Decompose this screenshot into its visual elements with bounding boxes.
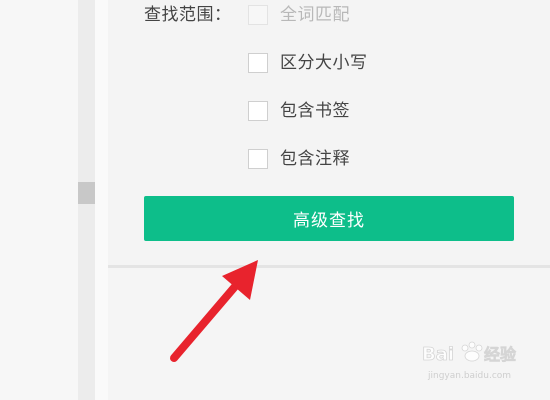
- match-case-checkbox[interactable]: [248, 53, 268, 73]
- whole-word-checkbox[interactable]: [248, 5, 268, 25]
- svg-text:Bai: Bai: [422, 344, 454, 365]
- search-scope-label: 查找范围：: [144, 5, 232, 25]
- include-bookmarks-checkbox[interactable]: [248, 101, 268, 121]
- include-comments-checkbox[interactable]: [248, 149, 268, 169]
- svg-text:经验: 经验: [484, 345, 517, 364]
- whole-word-label: 全词匹配: [280, 5, 350, 25]
- option-include-bookmarks[interactable]: 包含书签: [248, 100, 350, 122]
- advanced-search-button[interactable]: 高级查找: [144, 196, 514, 241]
- pane-gap: [95, 0, 108, 400]
- include-bookmarks-label: 包含书签: [280, 101, 350, 121]
- option-include-comments[interactable]: 包含注释: [248, 148, 350, 170]
- match-case-label: 区分大小写: [280, 53, 368, 73]
- option-whole-word[interactable]: 全词匹配: [248, 4, 350, 26]
- left-pane: [0, 0, 78, 400]
- include-comments-label: 包含注释: [280, 149, 350, 169]
- option-match-case[interactable]: 区分大小写: [248, 52, 368, 74]
- scrollbar-thumb[interactable]: [78, 182, 95, 204]
- baidu-jingyan-watermark: Bai 经验 jingyan.baidu.com: [422, 341, 517, 381]
- svg-text:jingyan.baidu.com: jingyan.baidu.com: [427, 371, 511, 381]
- red-arrow-annotation: [170, 260, 258, 362]
